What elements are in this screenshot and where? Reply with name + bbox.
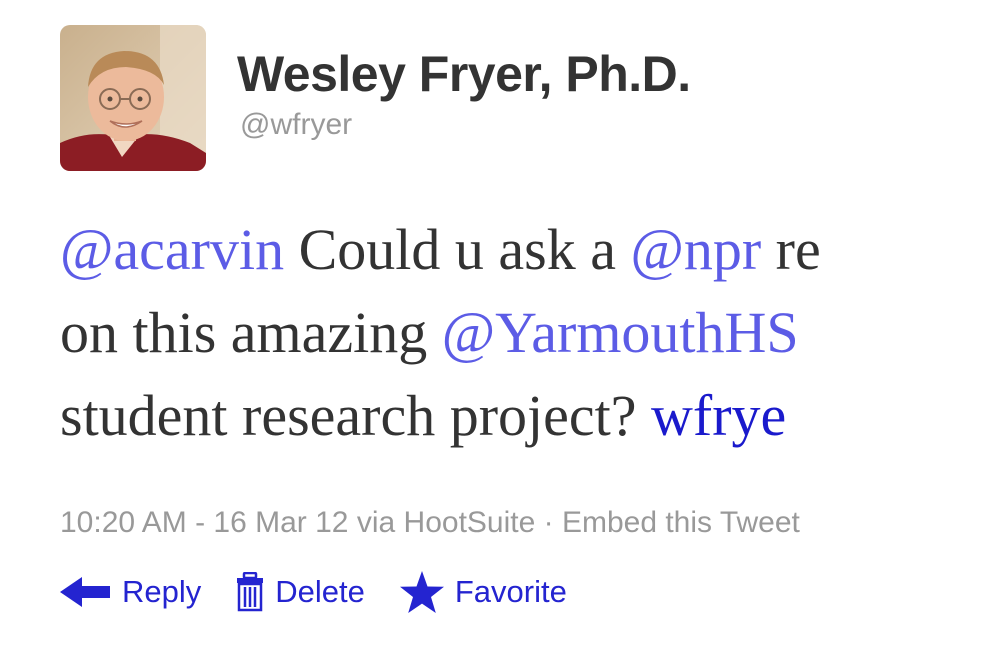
meta-separator: ·	[535, 506, 562, 539]
favorite-button[interactable]: Favorite	[399, 570, 567, 614]
reply-button[interactable]: Reply	[58, 574, 201, 610]
delete-button[interactable]: Delete	[235, 572, 365, 612]
trash-icon	[235, 572, 265, 612]
avatar-photo	[60, 25, 206, 171]
tweet-source[interactable]: HootSuite	[404, 506, 536, 539]
tweet-line-2: on this amazing @YarmouthHS	[60, 291, 1000, 374]
tweet-timestamp[interactable]: 10:20 AM - 16 Mar 12	[60, 506, 349, 539]
via-label: via	[348, 506, 404, 539]
delete-label: Delete	[275, 574, 365, 609]
reply-label: Reply	[122, 574, 202, 609]
user-avatar[interactable]	[60, 25, 206, 171]
star-icon	[399, 570, 445, 614]
user-screen-name[interactable]: @wfryer	[240, 107, 352, 143]
mention-npr[interactable]: @npr	[630, 217, 761, 282]
tweet-link[interactable]: wfrye	[651, 383, 786, 448]
mention-acarvin[interactable]: @acarvin	[60, 217, 284, 282]
tweet-text: @acarvin Could u ask a @npr re on this a…	[60, 208, 1000, 457]
tweet-text-segment: re	[761, 217, 821, 282]
embed-tweet-link[interactable]: Embed this Tweet	[562, 506, 800, 539]
tweet-meta: 10:20 AM - 16 Mar 12 via HootSuite · Emb…	[60, 504, 800, 542]
tweet-text-segment: student research project?	[60, 383, 651, 448]
tweet-line-1: @acarvin Could u ask a @npr re	[60, 208, 1000, 291]
tweet-card: Wesley Fryer, Ph.D. @wfryer @acarvin Cou…	[0, 0, 1000, 667]
favorite-label: Favorite	[454, 574, 567, 609]
tweet-text-segment: Could u ask a	[284, 217, 631, 282]
tweet-text-segment: on this amazing	[60, 300, 442, 365]
mention-yarmouthhs[interactable]: @YarmouthHS	[442, 300, 799, 365]
user-display-name[interactable]: Wesley Fryer, Ph.D.	[237, 46, 691, 102]
tweet-line-3: student research project? wfrye	[60, 374, 1000, 457]
reply-arrow-icon	[58, 575, 112, 609]
tweet-actions: Reply Delete Favorite	[58, 568, 567, 616]
